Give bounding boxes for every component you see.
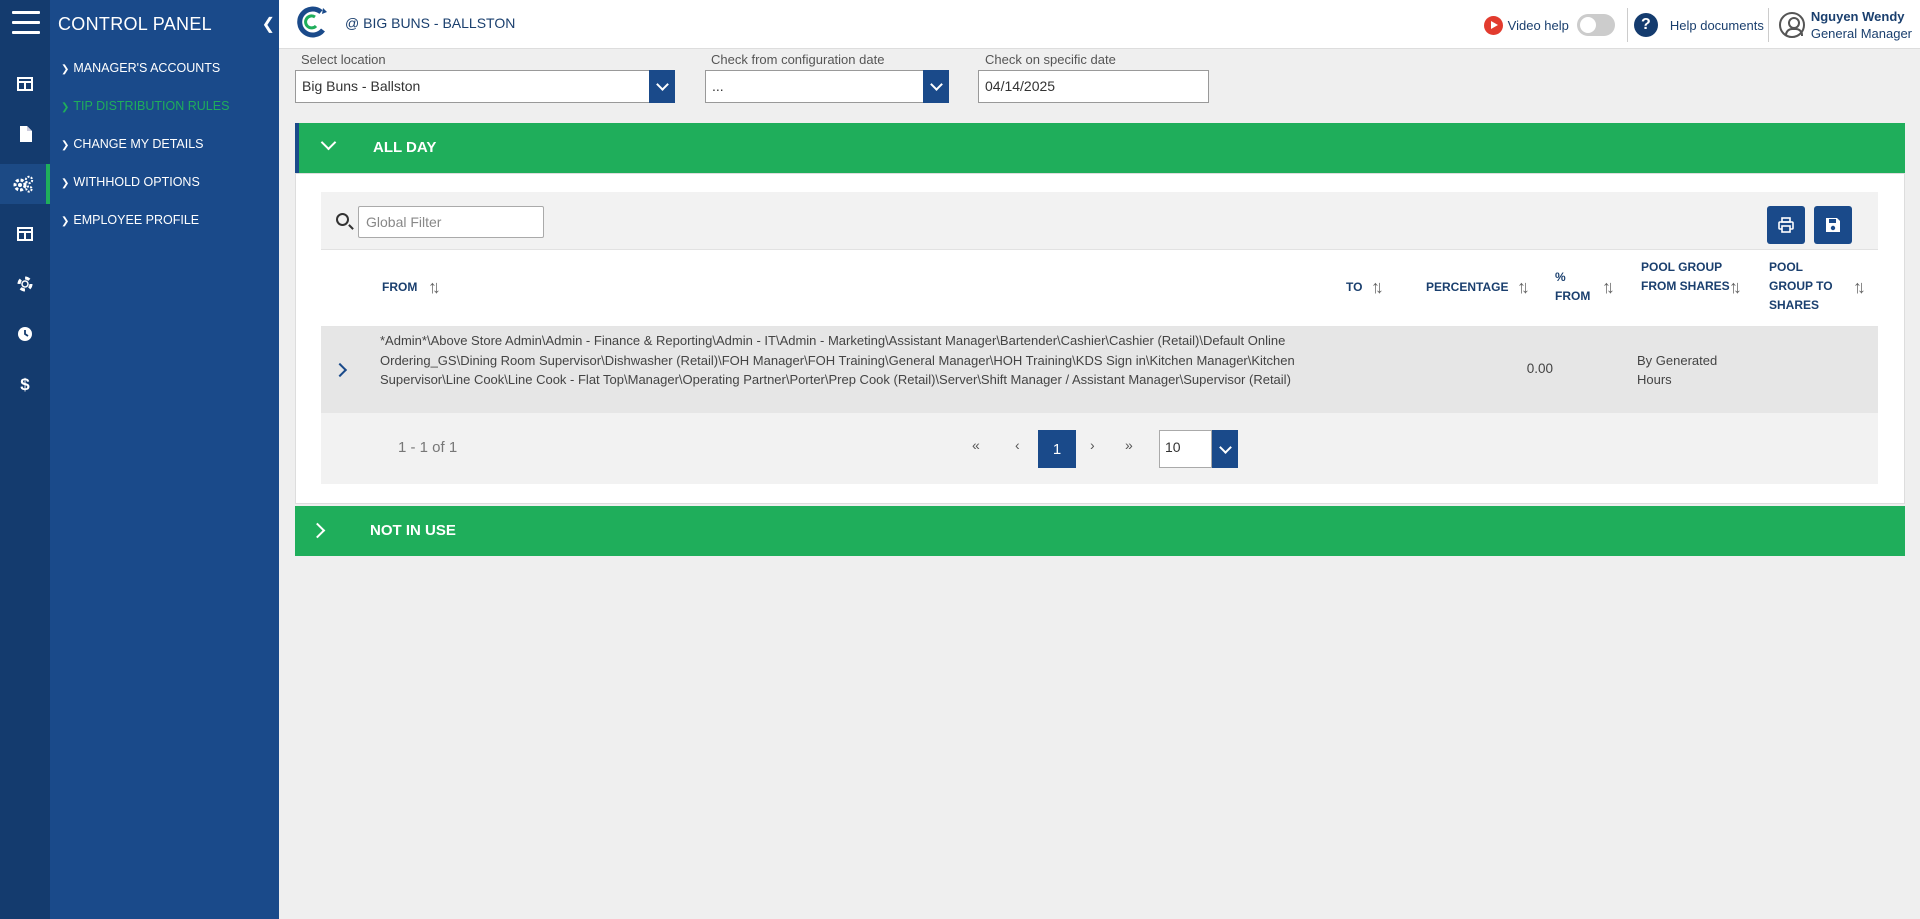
chevron-down-icon xyxy=(655,78,669,91)
collapse-chevron-icon[interactable]: ❮ xyxy=(262,14,275,34)
location-label: Select location xyxy=(301,52,386,67)
config-date-label: Check from configuration date xyxy=(711,52,885,67)
store-name: @ BIG BUNS - BALLSTON xyxy=(345,15,516,31)
last-page-icon[interactable]: » xyxy=(1125,437,1133,453)
app-logo-icon[interactable] xyxy=(295,6,329,42)
chevron-down-icon xyxy=(320,134,337,151)
menu-item-label: WITHHOLD OPTIONS xyxy=(73,175,200,189)
save-button[interactable] xyxy=(1814,206,1852,244)
control-panel-menu: CONTROL PANEL ❮ ❯ MANAGER'S ACCOUNTS ❯ TIP… xyxy=(50,0,279,919)
sort-icon[interactable]: ↑↓ xyxy=(1517,277,1530,298)
chevron-right-icon xyxy=(309,522,326,539)
page-number-button[interactable]: 1 xyxy=(1038,430,1076,468)
cell-pool-from: By Generated Hours xyxy=(1637,353,1718,387)
page-report: 1 - 1 of 1 xyxy=(398,439,458,456)
user-avatar-icon[interactable] xyxy=(1778,12,1805,38)
support-icon[interactable] xyxy=(0,264,50,304)
sort-icon[interactable]: ↑↓ xyxy=(1371,277,1384,298)
not-in-use-panel-header[interactable]: NOT IN USE xyxy=(295,506,1905,556)
dashboard-icon[interactable] xyxy=(0,64,50,104)
menu-item-change-my-details[interactable]: ❯ CHANGE MY DETAILS xyxy=(61,137,204,151)
table-header: FROM ↑↓ TO ↑↓ PERCENTAGE ↑↓ % FROM ↑↓ PO… xyxy=(321,250,1878,327)
menu-item-tip-distribution-rules[interactable]: ❯ TIP DISTRIBUTION RULES xyxy=(61,99,229,113)
menu-item-label: TIP DISTRIBUTION RULES xyxy=(73,99,230,113)
divider xyxy=(1767,8,1769,42)
config-date-select[interactable]: ... xyxy=(705,70,924,103)
video-help-toggle[interactable] xyxy=(1576,14,1615,36)
menu-item-label: CHANGE MY DETAILS xyxy=(73,137,204,151)
user-info[interactable]: Nguyen Wendy General Manager xyxy=(1811,8,1912,42)
chevron-down-icon xyxy=(929,78,943,91)
table-row[interactable]: *Admin*\Above Store Admin\Admin - Financ… xyxy=(321,327,1878,413)
clock-icon[interactable] xyxy=(0,314,50,354)
col-header-percentage[interactable]: PERCENTAGE xyxy=(1426,278,1508,297)
page-size-select[interactable]: 10 xyxy=(1159,430,1212,468)
table-toolbar xyxy=(321,192,1878,250)
menu-item-label: EMPLOYEE PROFILE xyxy=(73,213,200,227)
next-page-icon[interactable]: › xyxy=(1090,437,1095,453)
row-expand-chevron-icon[interactable] xyxy=(332,362,348,378)
col-header-pct-from[interactable]: % FROM xyxy=(1555,268,1593,306)
document-icon[interactable] xyxy=(0,114,50,154)
specific-date-input[interactable]: 04/14/2025 xyxy=(978,70,1209,103)
schedule-icon[interactable] xyxy=(0,214,50,254)
top-header: @ BIG BUNS - BALLSTON Video help ? Help … xyxy=(279,0,1920,49)
chevron-down-icon xyxy=(1218,440,1232,454)
first-page-icon[interactable]: « xyxy=(972,437,980,453)
all-day-panel-header[interactable]: ALL DAY xyxy=(295,123,1905,173)
user-name: Nguyen Wendy xyxy=(1810,9,1905,24)
config-date-dropdown-button[interactable] xyxy=(923,70,949,103)
help-question-icon[interactable]: ? xyxy=(1633,13,1658,37)
location-select[interactable]: Big Buns - Ballston xyxy=(295,70,650,103)
paginator: 1 - 1 of 1 « ‹ 1 › » 10 xyxy=(321,413,1878,484)
dollar-icon[interactable]: $ xyxy=(0,364,50,404)
save-icon xyxy=(1826,218,1840,232)
prev-page-icon[interactable]: ‹ xyxy=(1015,437,1020,453)
cell-from: *Admin*\Above Store Admin\Admin - Financ… xyxy=(380,333,1295,387)
hamburger-menu-icon[interactable] xyxy=(12,11,40,37)
print-button[interactable] xyxy=(1767,206,1805,244)
help-documents-link[interactable]: Help documents xyxy=(1670,18,1764,33)
sort-icon[interactable]: ↑↓ xyxy=(1602,277,1615,298)
all-day-title: ALL DAY xyxy=(373,139,437,156)
video-help-label: Video help xyxy=(1507,17,1569,33)
video-help-link[interactable]: Video help xyxy=(1483,15,1569,35)
gears-icon[interactable] xyxy=(0,164,50,204)
play-icon xyxy=(1483,15,1503,35)
col-header-to[interactable]: TO xyxy=(1346,278,1362,297)
divider xyxy=(1626,8,1628,42)
col-header-from[interactable]: FROM xyxy=(382,278,417,297)
icon-rail: $ xyxy=(0,0,50,919)
col-header-pool-from[interactable]: POOL GROUP FROM SHARES xyxy=(1641,258,1731,296)
menu-item-label: MANAGER'S ACCOUNTS xyxy=(73,61,221,75)
location-dropdown-button[interactable] xyxy=(649,70,675,103)
rules-table: FROM ↑↓ TO ↑↓ PERCENTAGE ↑↓ % FROM ↑↓ PO… xyxy=(321,192,1878,484)
cell-percentage: 0.00 xyxy=(1526,361,1553,376)
not-in-use-title: NOT IN USE xyxy=(370,522,456,539)
menu-item-employee-profile[interactable]: ❯ EMPLOYEE PROFILE xyxy=(61,213,199,227)
sort-icon[interactable]: ↑↓ xyxy=(428,277,441,298)
control-panel-title: CONTROL PANEL xyxy=(58,14,212,34)
user-role: General Manager xyxy=(1810,26,1912,41)
specific-date-label: Check on specific date xyxy=(985,52,1116,67)
page-size-dropdown-button[interactable] xyxy=(1212,430,1238,468)
menu-item-withhold-options[interactable]: ❯ WITHHOLD OPTIONS xyxy=(61,175,200,189)
sort-icon[interactable]: ↑↓ xyxy=(1853,277,1866,298)
print-icon xyxy=(1778,217,1794,233)
menu-item-managers-accounts[interactable]: ❯ MANAGER'S ACCOUNTS xyxy=(61,61,220,75)
svg-text:$: $ xyxy=(20,375,30,393)
global-filter-input[interactable] xyxy=(358,206,544,238)
sort-icon[interactable]: ↑↓ xyxy=(1729,277,1742,298)
search-icon xyxy=(336,213,349,226)
col-header-pool-to[interactable]: POOL GROUP TO SHARES xyxy=(1769,258,1841,315)
